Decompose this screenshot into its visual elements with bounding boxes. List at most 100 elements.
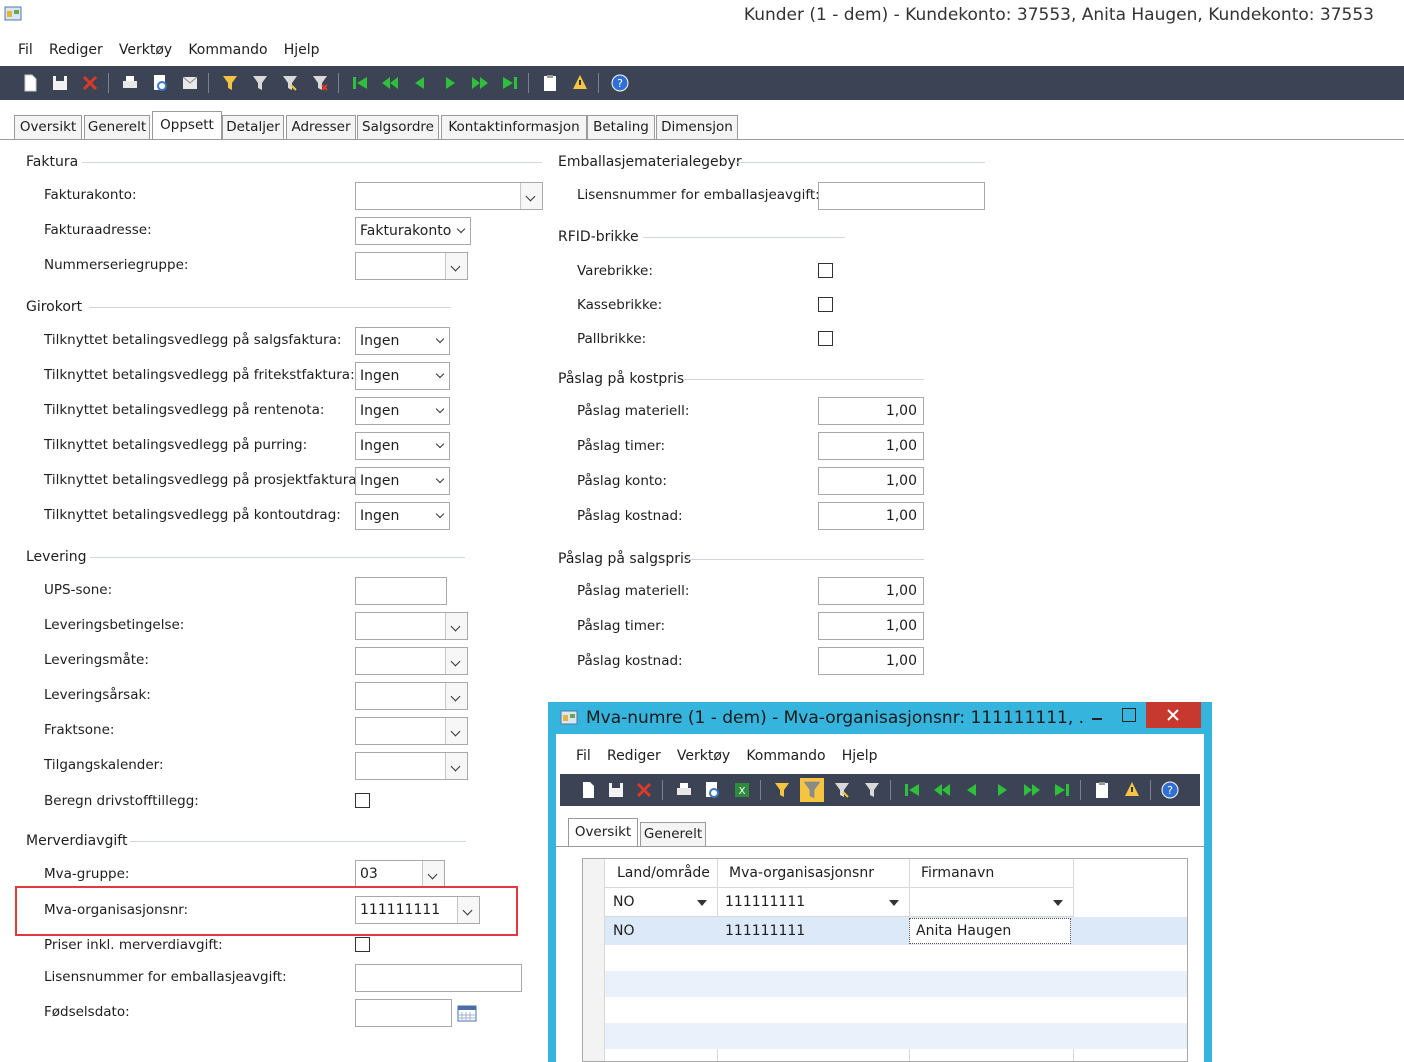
filter-by-grid-icon[interactable] <box>250 73 270 93</box>
fodselsdato-input[interactable] <box>355 999 452 1027</box>
last-record-icon[interactable] <box>1052 780 1072 800</box>
calendar-icon[interactable] <box>457 1003 477 1023</box>
tab-oversikt[interactable]: Oversikt <box>14 115 82 139</box>
leveringsaarsak-field[interactable] <box>355 682 468 710</box>
first-record-icon[interactable] <box>350 73 370 93</box>
ups-sone-input[interactable] <box>355 577 447 605</box>
child-tab-generelt[interactable]: Generelt <box>640 822 706 846</box>
tab-salgsordre[interactable]: Salgsordre <box>357 115 439 139</box>
filter-by-grid-icon[interactable] <box>800 778 824 802</box>
filter-land-value[interactable]: NO <box>613 888 635 916</box>
giro-salgsfaktura-select[interactable]: Ingen <box>355 327 450 355</box>
excel-icon[interactable]: X <box>732 780 752 800</box>
last-record-icon[interactable] <box>500 73 520 93</box>
menu-rediger[interactable]: Rediger <box>43 37 109 63</box>
print-preview-icon[interactable] <box>702 780 722 800</box>
leveringsmaate-field[interactable] <box>355 647 468 675</box>
print-icon[interactable] <box>120 73 140 93</box>
menu-fil[interactable]: Fil <box>12 37 39 63</box>
tab-kontaktinformasjon[interactable]: Kontaktinformasjon <box>441 115 587 139</box>
giro-kontoutdrag-select[interactable]: Ingen <box>355 502 450 530</box>
giro-purring-select[interactable]: Ingen <box>355 432 450 460</box>
tab-adresser[interactable]: Adresser <box>286 115 356 139</box>
tab-oppsett[interactable]: Oppsett <box>152 111 222 139</box>
fakturakonto-dropdown-button[interactable] <box>520 183 542 209</box>
child-menu-kommando[interactable]: Kommando <box>740 743 831 769</box>
tilgangskalender-field[interactable] <box>355 752 468 780</box>
fraktsone-field[interactable] <box>355 717 468 745</box>
varebrikke-checkbox[interactable] <box>818 263 833 278</box>
chevron-down-icon[interactable] <box>697 900 707 906</box>
chevron-down-icon[interactable] <box>889 900 899 906</box>
delete-icon[interactable] <box>80 73 100 93</box>
column-header-land[interactable]: Land/område <box>617 859 710 887</box>
priser-inkl-mva-checkbox[interactable] <box>355 937 370 952</box>
print-preview-icon[interactable] <box>150 73 170 93</box>
maximize-button[interactable] <box>1122 708 1136 722</box>
kost-timer-input[interactable]: 1,00 <box>818 432 924 460</box>
menu-kommando[interactable]: Kommando <box>182 37 273 63</box>
advanced-filter-icon[interactable] <box>280 73 300 93</box>
advanced-filter-icon[interactable] <box>832 780 852 800</box>
next-page-icon[interactable] <box>1022 780 1042 800</box>
leveringsbetingelse-dropdown-button[interactable] <box>445 613 467 639</box>
print-icon[interactable] <box>674 780 694 800</box>
filter-by-selection-icon[interactable] <box>220 73 240 93</box>
nummerseriegruppe-dropdown-button[interactable] <box>445 253 467 279</box>
minimize-button[interactable] <box>1090 708 1104 724</box>
previous-record-icon[interactable] <box>410 73 430 93</box>
email-icon[interactable] <box>180 73 200 93</box>
fraktsone-dropdown-button[interactable] <box>445 718 467 744</box>
column-header-mva-org[interactable]: Mva-organisasjonsnr <box>729 859 874 887</box>
child-tab-oversikt[interactable]: Oversikt <box>568 818 638 846</box>
drivstofftillegg-checkbox[interactable] <box>355 793 370 808</box>
new-document-icon[interactable] <box>578 780 598 800</box>
salg-kostnad-input[interactable]: 1,00 <box>818 647 924 675</box>
leveringsbetingelse-field[interactable] <box>355 612 468 640</box>
tab-betaling[interactable]: Betaling <box>587 115 655 139</box>
salg-materiell-input[interactable]: 1,00 <box>818 577 924 605</box>
previous-page-icon[interactable] <box>380 73 400 93</box>
previous-page-icon[interactable] <box>932 780 952 800</box>
save-icon[interactable] <box>606 780 626 800</box>
chevron-down-icon[interactable] <box>1053 900 1063 906</box>
tab-dimensjon[interactable]: Dimensjon <box>656 115 738 139</box>
leveringsmaate-dropdown-button[interactable] <box>445 648 467 674</box>
kost-materiell-input[interactable]: 1,00 <box>818 397 924 425</box>
next-record-icon[interactable] <box>992 780 1012 800</box>
document-handling-icon[interactable] <box>540 73 560 93</box>
kost-kostnad-input[interactable]: 1,00 <box>818 502 924 530</box>
nummerseriegruppe-field[interactable] <box>355 252 468 280</box>
menu-hjelp[interactable]: Hjelp <box>278 37 326 63</box>
filter-by-selection-icon[interactable] <box>772 780 792 800</box>
column-header-firmanavn[interactable]: Firmanavn <box>921 859 994 887</box>
leveringsaarsak-dropdown-button[interactable] <box>445 683 467 709</box>
filter-mva-org-value[interactable]: 111111111 <box>725 888 805 916</box>
child-menu-fil[interactable]: Fil <box>570 743 597 769</box>
close-button[interactable] <box>1146 702 1201 728</box>
cell-firmanavn-editor[interactable]: Anita Haugen <box>909 918 1071 944</box>
child-menu-hjelp[interactable]: Hjelp <box>836 743 884 769</box>
fakturaadresse-select[interactable]: Fakturakonto <box>355 217 471 245</box>
delete-icon[interactable] <box>634 780 654 800</box>
pallbrikke-checkbox[interactable] <box>818 331 833 346</box>
previous-record-icon[interactable] <box>962 780 982 800</box>
mva-gruppe-dropdown-button[interactable] <box>422 861 444 887</box>
alert-icon[interactable] <box>570 73 590 93</box>
tilgangskalender-dropdown-button[interactable] <box>445 753 467 779</box>
fakturakonto-field[interactable] <box>355 182 543 210</box>
tab-generelt[interactable]: Generelt <box>84 115 150 139</box>
alert-icon[interactable] <box>1122 780 1142 800</box>
mva-organisasjonsnr-field[interactable]: 111111111 <box>355 896 480 924</box>
giro-rentenota-select[interactable]: Ingen <box>355 397 450 425</box>
document-handling-icon[interactable] <box>1092 780 1112 800</box>
remove-filter-icon[interactable] <box>862 780 882 800</box>
next-page-icon[interactable] <box>470 73 490 93</box>
giro-prosjektfaktura-select[interactable]: Ingen <box>355 467 450 495</box>
new-document-icon[interactable] <box>20 73 40 93</box>
child-menu-rediger[interactable]: Rediger <box>601 743 667 769</box>
child-menu-verktoy[interactable]: Verktøy <box>671 743 736 769</box>
remove-filter-icon[interactable] <box>310 73 330 93</box>
giro-fritekstfaktura-select[interactable]: Ingen <box>355 362 450 390</box>
mva-organisasjonsnr-dropdown-button[interactable] <box>457 897 479 923</box>
